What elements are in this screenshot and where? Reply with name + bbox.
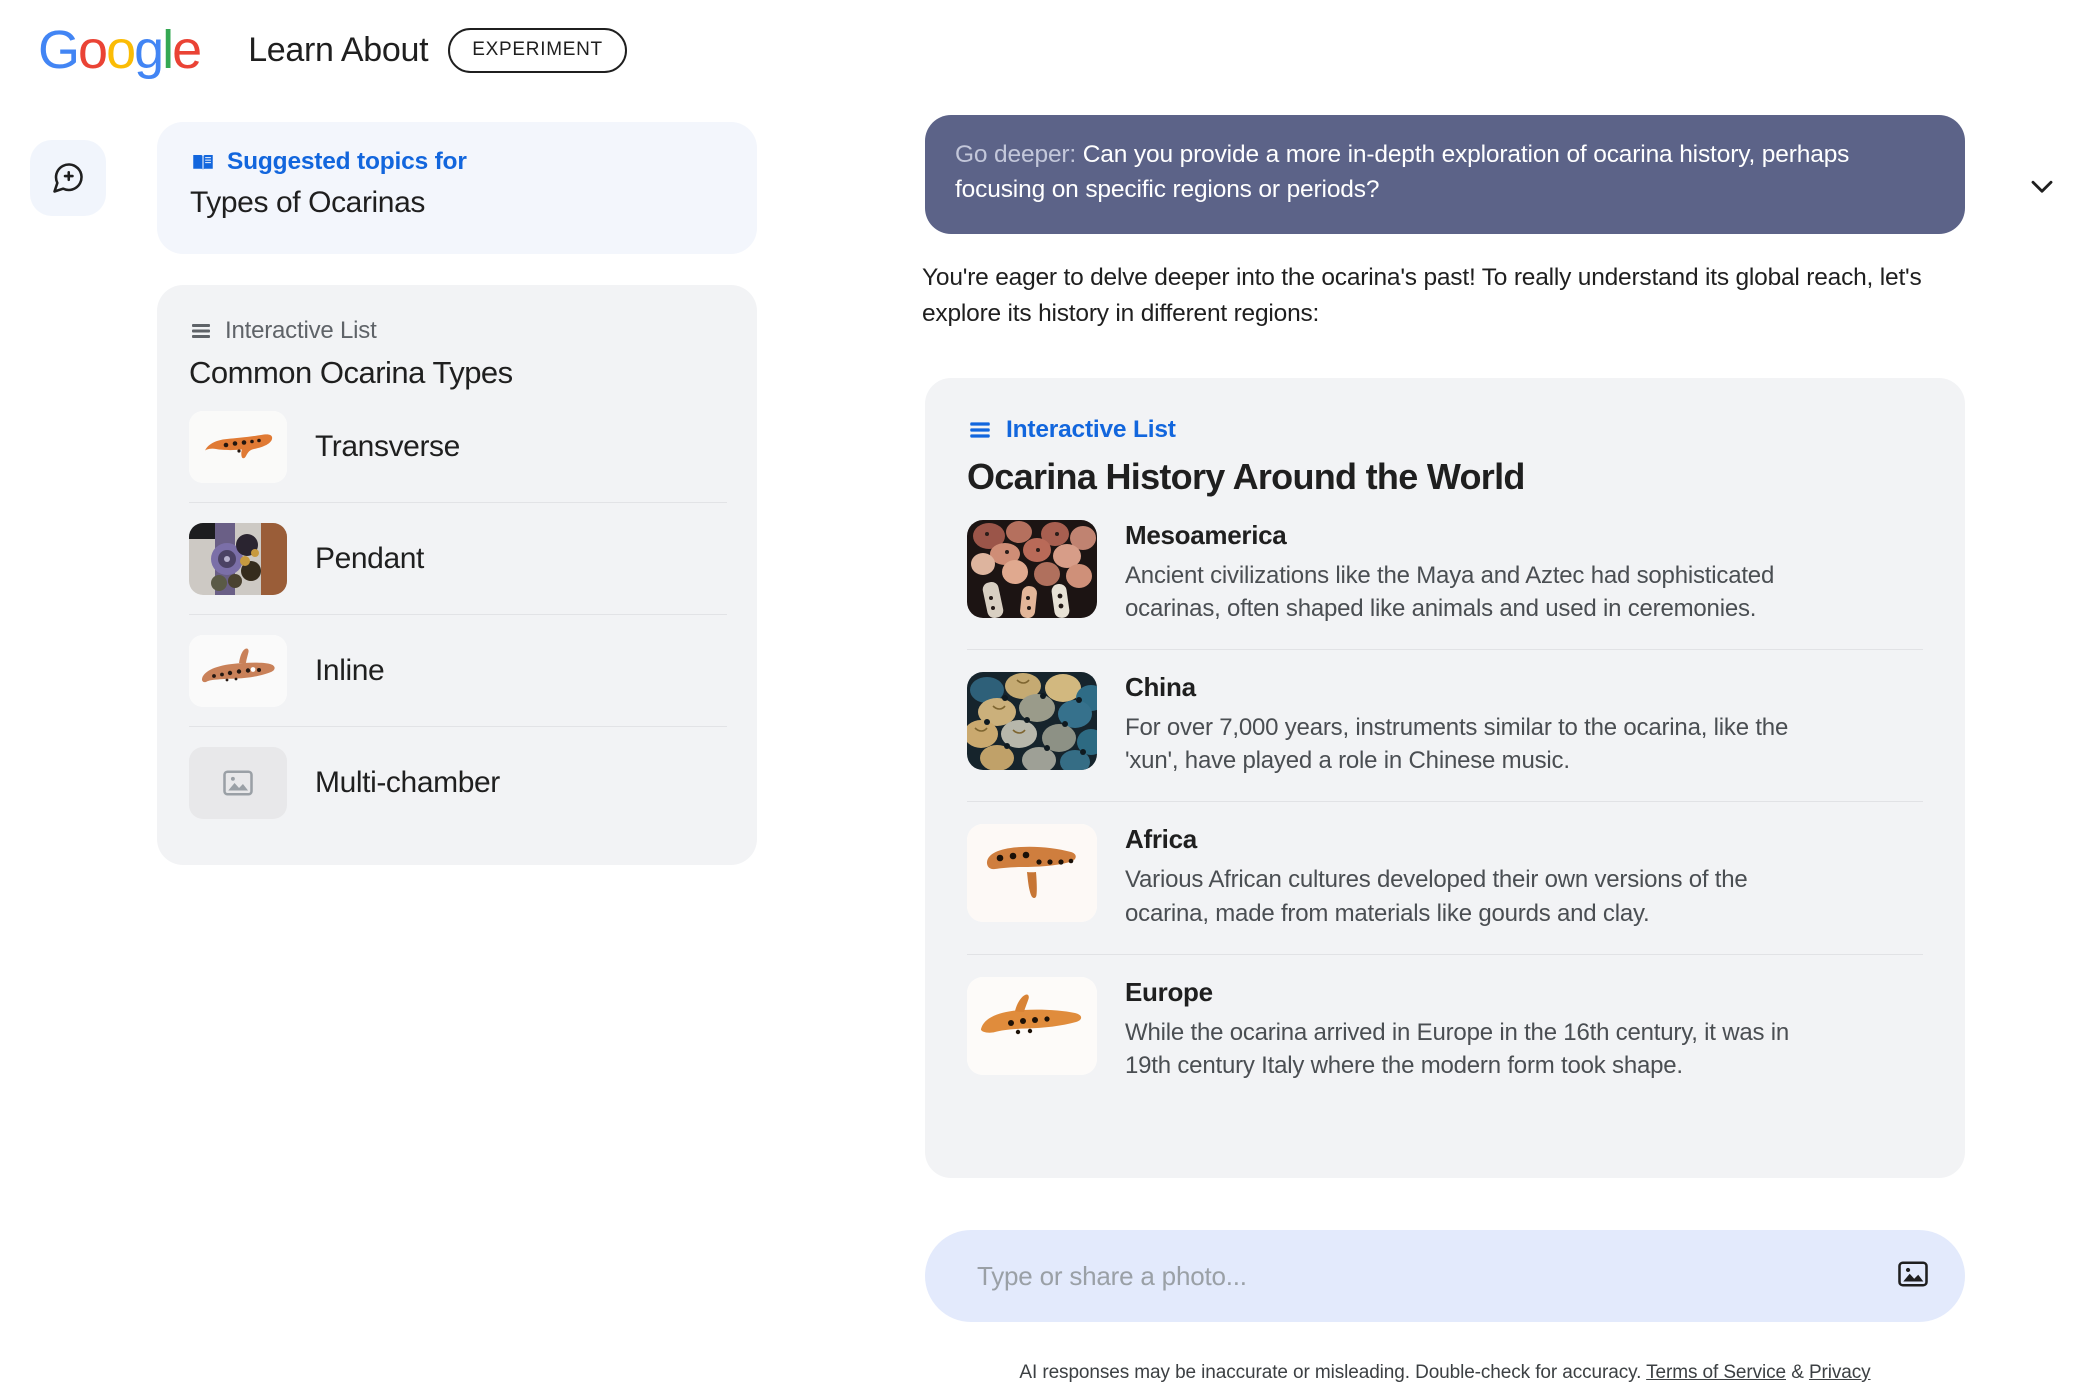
terms-of-service-link[interactable]: Terms of Service: [1646, 1362, 1786, 1383]
pendant-ocarina-photo: [189, 522, 287, 595]
new-chat-button[interactable]: [30, 140, 106, 216]
google-logo: Google: [38, 20, 202, 80]
china-thumbnail: [967, 672, 1097, 771]
transverse-ocarina-photo: [189, 410, 287, 483]
table-row[interactable]: Europe While the ocarina arrived in Euro…: [967, 955, 1923, 1106]
privacy-link[interactable]: Privacy: [1809, 1362, 1871, 1383]
list-item[interactable]: Pendant: [189, 503, 727, 615]
sidebar-interactive-list-card: Interactive List Common Ocarina Types Tr…: [157, 285, 757, 865]
suggested-topics-expand-button[interactable]: [2024, 168, 2060, 209]
row-description: While the ocarina arrived in Europe in t…: [1125, 1018, 1790, 1079]
mesoamerica-thumbnail: [967, 520, 1097, 618]
list-icon: [192, 324, 210, 338]
experiment-badge: EXPERIMENT: [448, 27, 627, 73]
list-item-label: Multi-chamber: [315, 766, 500, 799]
result-list-title: Ocarina History Around the World: [967, 456, 1525, 497]
chevron-down-icon: [2031, 180, 2053, 193]
disclaimer-text: AI responses may be inaccurate or mislea…: [1019, 1362, 1642, 1383]
multi-chamber-thumbnail-placeholder: [189, 747, 287, 819]
row-description: Ancient civilizations like the Maya and …: [1125, 562, 1775, 623]
suggested-topics-card[interactable]: Suggested topics for Types of Ocarinas: [157, 122, 757, 254]
mesoamerica-clay-ocarinas-photo: [967, 520, 1097, 618]
list-item[interactable]: Multi-chamber: [189, 727, 727, 839]
new-chat-icon: [53, 163, 83, 193]
europe-ocarina-photo: [967, 976, 1097, 1075]
transverse-ocarina-thumbnail: [189, 410, 287, 483]
china-xun-vessels-photo: [967, 672, 1097, 771]
user-message-bubble: Go deeper: Can you provide a more in-dep…: [925, 115, 1965, 234]
result-interactive-list-card: Interactive List Ocarina History Around …: [925, 378, 1965, 1178]
list-item-label: Transverse: [315, 429, 460, 463]
suggested-topics-title: Types of Ocarinas: [190, 186, 425, 219]
row-description: For over 7,000 years, instruments simila…: [1125, 714, 1789, 775]
user-message-prefix: Go deeper:: [955, 141, 1077, 168]
image-placeholder-icon: [223, 770, 253, 796]
row-title: Europe: [1125, 976, 1213, 1007]
row-title: China: [1125, 672, 1196, 703]
result-list-eyebrow: Interactive List: [1006, 416, 1176, 443]
row-description: Various African cultures developed their…: [1125, 866, 1748, 927]
suggested-topics-header: Suggested topics for: [190, 148, 727, 176]
africa-gourd-ocarina-photo: [967, 824, 1097, 923]
user-message-text: Can you provide a more in-depth explorat…: [955, 141, 1850, 203]
app-header: Google Learn About EXPERIMENT: [0, 0, 2100, 100]
inline-ocarina-thumbnail: [189, 634, 287, 707]
suggested-topics-eyebrow: Suggested topics for: [227, 148, 467, 175]
pendant-ocarina-thumbnail: [189, 522, 287, 595]
sidebar-list-eyebrow: Interactive List: [225, 317, 377, 344]
footer-separator: &: [1791, 1362, 1804, 1383]
list-item-label: Pendant: [315, 541, 424, 575]
list-icon: [970, 422, 990, 438]
composer-bar[interactable]: [925, 1230, 1965, 1322]
result-list-eyebrow-row: Interactive List: [967, 416, 1923, 444]
list-item[interactable]: Inline: [189, 615, 727, 727]
page-title: Learn About: [248, 30, 429, 69]
sidebar-list-eyebrow-row: Interactive List: [189, 317, 727, 345]
book-icon: [193, 154, 213, 170]
row-title: Africa: [1125, 824, 1197, 855]
list-item[interactable]: Transverse: [189, 391, 727, 503]
search-input[interactable]: [977, 1260, 1895, 1292]
image-upload-button[interactable]: [1895, 1256, 1931, 1297]
africa-thumbnail: [967, 824, 1097, 923]
assistant-intro-text: You're eager to delve deeper into the oc…: [922, 264, 1922, 327]
sidebar-list-title: Common Ocarina Types: [189, 355, 513, 390]
list-item-label: Inline: [315, 653, 385, 687]
table-row[interactable]: Mesoamerica Ancient civilizations like t…: [967, 498, 1923, 651]
row-title: Mesoamerica: [1125, 520, 1287, 550]
footer-disclaimer: AI responses may be inaccurate or mislea…: [925, 1362, 1965, 1384]
image-upload-icon: [1898, 1260, 1928, 1287]
europe-thumbnail: [967, 976, 1097, 1075]
inline-ocarina-photo: [189, 634, 287, 707]
table-row[interactable]: China For over 7,000 years, instruments …: [967, 650, 1923, 803]
table-row[interactable]: Africa Various African cultures develope…: [967, 802, 1923, 955]
